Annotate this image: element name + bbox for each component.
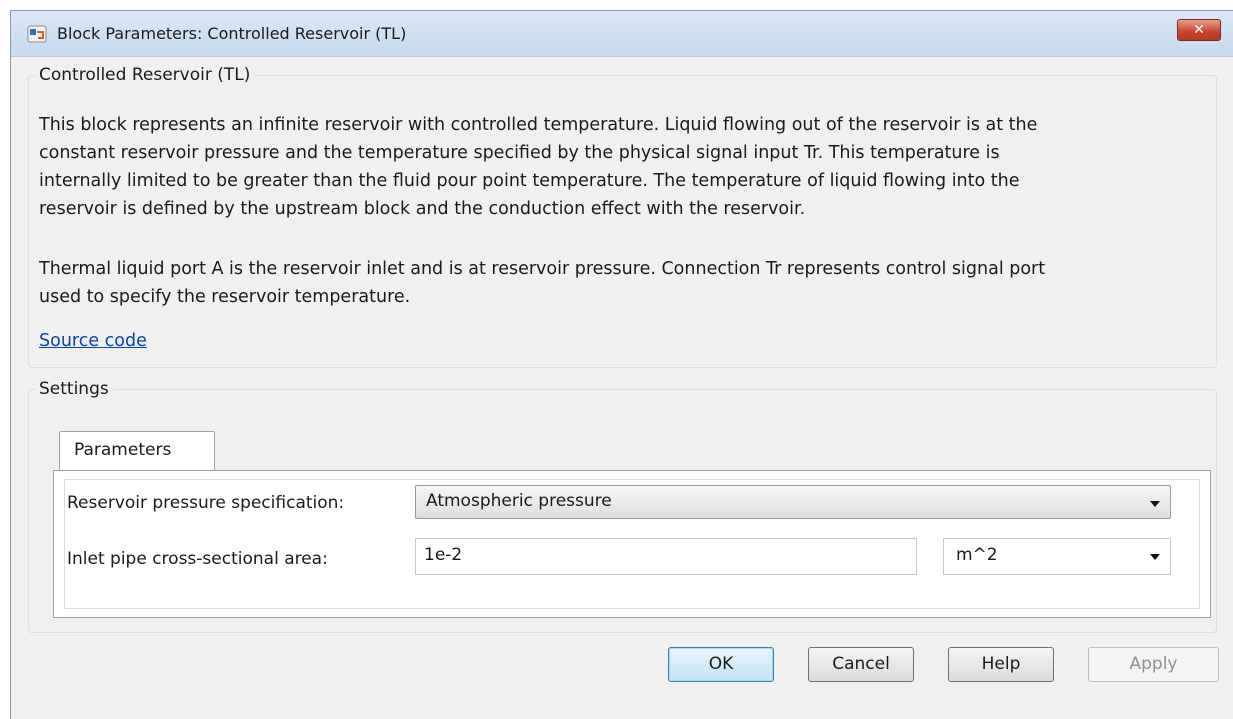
description-line: used to specify the reservoir temperatur… <box>39 287 411 307</box>
area-unit-value: m^2 <box>956 545 998 565</box>
description-legend: Controlled Reservoir (TL) <box>39 65 251 85</box>
chevron-down-icon <box>1150 554 1160 560</box>
close-button[interactable]: ✕ <box>1177 19 1221 41</box>
source-code-link[interactable]: Source code <box>39 331 147 351</box>
apply-button[interactable]: Apply <box>1088 647 1219 682</box>
simulink-block-icon <box>27 25 47 43</box>
pressure-spec-label: Reservoir pressure specification: <box>67 493 345 513</box>
cancel-button[interactable]: Cancel <box>808 647 914 682</box>
window-title: Block Parameters: Controlled Reservoir (… <box>57 24 407 43</box>
description-line: internally limited to be greater than th… <box>39 171 1020 191</box>
description-line: reservoir is defined by the upstream blo… <box>39 199 806 219</box>
description-line: Thermal liquid port A is the reservoir i… <box>39 259 1046 279</box>
help-button[interactable]: Help <box>948 647 1054 682</box>
description-paragraph-2: Thermal liquid port A is the reservoir i… <box>39 255 1045 311</box>
tab-parameters[interactable]: Parameters <box>59 431 215 471</box>
area-unit-dropdown[interactable]: m^2 <box>943 538 1171 575</box>
title-bar[interactable]: Block Parameters: Controlled Reservoir (… <box>11 11 1233 57</box>
description-paragraph-1: This block represents an infinite reserv… <box>39 111 1037 223</box>
description-line: constant reservoir pressure and the temp… <box>39 143 1000 163</box>
dialog-window: Block Parameters: Controlled Reservoir (… <box>10 10 1233 719</box>
pressure-spec-value: Atmospheric pressure <box>426 491 612 511</box>
close-icon: ✕ <box>1193 22 1205 38</box>
area-label: Inlet pipe cross-sectional area: <box>67 549 328 569</box>
description-line: This block represents an infinite reserv… <box>39 115 1038 135</box>
settings-legend: Settings <box>39 379 109 399</box>
area-input[interactable]: 1e-2 <box>415 538 917 575</box>
pressure-spec-dropdown[interactable]: Atmospheric pressure <box>415 485 1171 519</box>
chevron-down-icon <box>1150 501 1160 507</box>
ok-button[interactable]: OK <box>668 647 774 682</box>
